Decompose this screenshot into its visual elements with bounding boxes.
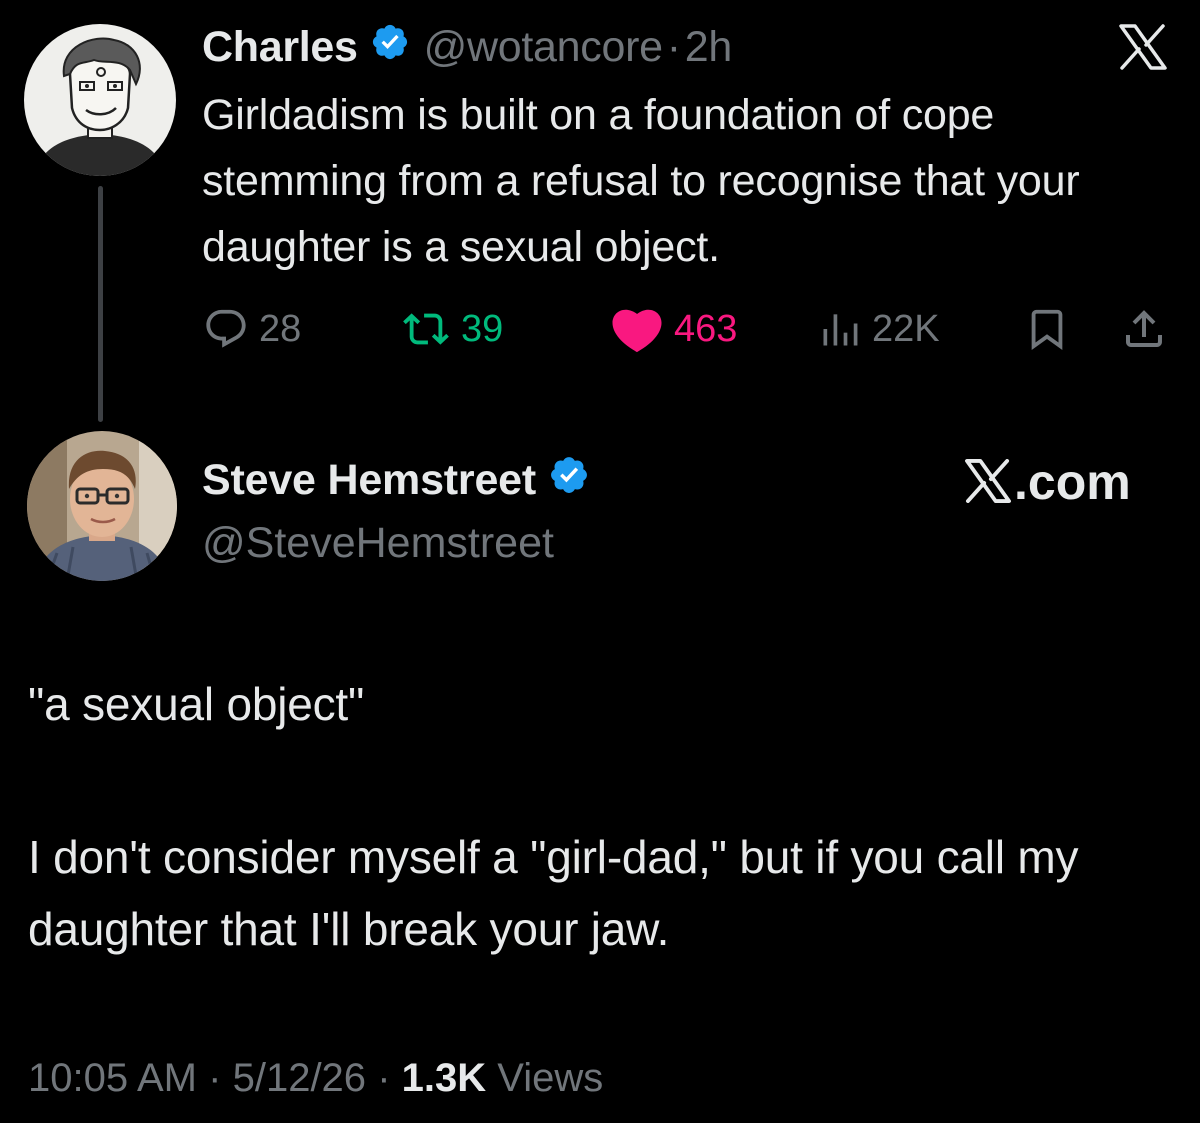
avatar-charles[interactable] (24, 24, 176, 176)
verified-badge-icon (548, 454, 590, 507)
avatar-steve[interactable] (27, 431, 177, 581)
x-logo-icon (964, 452, 1014, 512)
footer-separator: · (208, 1056, 222, 1100)
main-tweet-author-row: Steve Hemstreet (202, 452, 590, 508)
tweet-time[interactable]: 10:05 AM (28, 1056, 197, 1100)
views-button[interactable]: 22K (818, 302, 940, 356)
main-author-handle[interactable]: @SteveHemstreet (202, 515, 554, 571)
share-button[interactable] (1120, 302, 1168, 356)
quoted-author-handle[interactable]: @wotancore (424, 23, 663, 72)
x-com-watermark: .com (964, 452, 1131, 512)
quoted-tweet-time[interactable]: 2h (685, 23, 733, 72)
like-button[interactable]: 463 (610, 302, 737, 356)
like-count: 463 (674, 307, 738, 350)
meta-separator: · (666, 22, 681, 71)
reply-icon (203, 306, 249, 352)
quoted-tweet-header: Charles @wotancore · 2h (202, 20, 732, 74)
bookmark-icon (1024, 305, 1070, 353)
retweet-button[interactable]: 39 (401, 302, 503, 356)
reply-button[interactable]: 28 (203, 302, 301, 356)
tweet-date[interactable]: 5/12/26 (233, 1056, 366, 1100)
reply-count: 28 (259, 307, 302, 350)
bookmark-button[interactable] (1024, 302, 1070, 356)
main-tweet-text-line-1: "a sexual object" (28, 678, 365, 730)
tweet-views-count[interactable]: 1.3K (402, 1056, 487, 1100)
verified-badge-icon (370, 22, 410, 73)
main-tweet-text-paragraph-2: I don't consider myself a "girl-dad," bu… (28, 831, 1079, 955)
main-author-name[interactable]: Steve Hemstreet (202, 456, 536, 505)
tweet-views-label: Views (497, 1056, 604, 1100)
share-icon (1120, 305, 1168, 353)
x-com-label: .com (1014, 454, 1131, 510)
x-logo-icon[interactable] (1118, 24, 1168, 70)
retweet-count: 39 (461, 307, 504, 350)
quoted-author-name[interactable]: Charles (202, 23, 358, 72)
footer-separator: · (377, 1056, 391, 1100)
quoted-tweet-text: Girldadism is built on a foundation of c… (202, 91, 1080, 271)
heart-icon (610, 305, 664, 353)
retweet-icon (401, 306, 451, 352)
views-count: 22K (872, 307, 940, 350)
views-chart-icon (818, 307, 862, 351)
thread-connector-line (98, 186, 103, 422)
tweet-footer: 10:05 AM · 5/12/26 · 1.3K Views (28, 1050, 603, 1106)
